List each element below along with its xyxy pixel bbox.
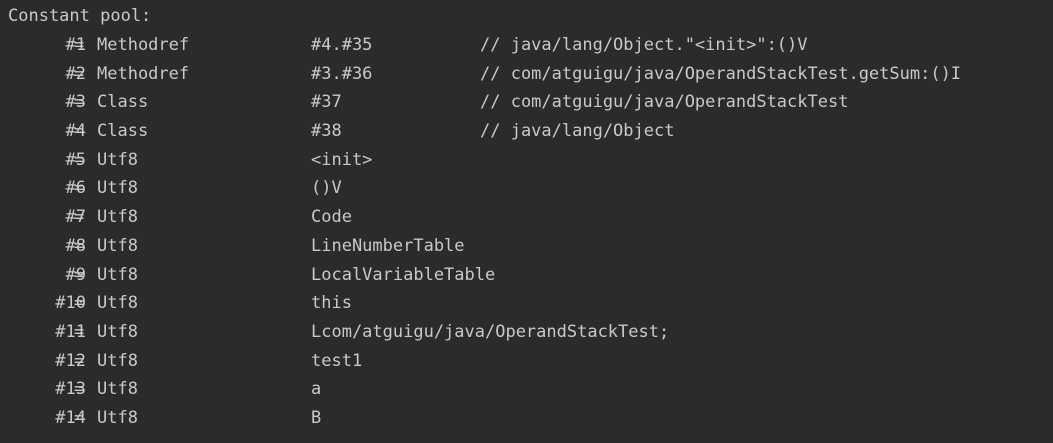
entry-value: #3.#36: [311, 63, 373, 84]
entry-comment: // java/lang/Object."<init>":()V: [480, 35, 808, 55]
entry-value: #37: [311, 92, 342, 113]
entry-value: B: [311, 407, 322, 428]
constant-pool-row-1: #1 = Methodref #4.#35 // java/lang/Objec…: [0, 31, 1053, 60]
entry-type: Utf8: [97, 207, 138, 228]
equals-sign: =: [74, 235, 85, 256]
equals-sign: =: [74, 63, 85, 84]
entry-comment: // java/lang/Object: [480, 121, 675, 142]
entry-type: Utf8: [97, 321, 138, 342]
entry-type: Class: [97, 121, 149, 142]
entry-value: a: [311, 379, 322, 400]
equals-sign: =: [74, 379, 85, 400]
entry-type: Utf8: [97, 407, 138, 428]
entry-type: Utf8: [97, 235, 138, 256]
equals-sign: =: [74, 321, 85, 342]
equals-sign: =: [74, 407, 85, 428]
constant-pool-row-6: #6 = Utf8 ()V: [0, 174, 1053, 203]
constant-pool-heading: Constant pool:: [8, 6, 152, 26]
constant-pool-row-7: #7 = Utf8 Code: [0, 203, 1053, 232]
constant-pool-row-3: #3 = Class #37 // com/atguigu/java/Opera…: [0, 88, 1053, 117]
console-output: Constant pool: #1 = Methodref #4.#35 // …: [0, 0, 1053, 443]
constant-pool-row-2: #2 = Methodref #3.#36 // com/atguigu/jav…: [0, 60, 1053, 89]
entry-value: Lcom/atguigu/java/OperandStackTest;: [311, 321, 670, 342]
entry-value: test1: [311, 350, 363, 371]
equals-sign: =: [74, 92, 85, 113]
constant-pool-row-11: #11 = Utf8 Lcom/atguigu/java/OperandStac…: [0, 318, 1053, 347]
entry-type: Utf8: [97, 293, 138, 314]
entry-value: Code: [311, 207, 352, 228]
entry-value: #38: [311, 121, 342, 142]
entry-value: <init>: [311, 149, 373, 170]
entry-type: Class: [97, 92, 149, 113]
entry-value: LineNumberTable: [311, 235, 465, 256]
constant-pool-row-9: #9 = Utf8 LocalVariableTable: [0, 261, 1053, 290]
entry-value: this: [311, 293, 352, 314]
constant-pool-table: #1 = Methodref #4.#35 // java/lang/Objec…: [0, 31, 1053, 433]
entry-type: Utf8: [97, 350, 138, 371]
entry-type: Utf8: [97, 178, 138, 199]
entry-type: Utf8: [97, 149, 138, 170]
equals-sign: =: [74, 149, 85, 170]
equals-sign: =: [74, 264, 85, 285]
equals-sign: =: [74, 350, 85, 371]
entry-comment: // com/atguigu/java/OperandStackTest.get…: [480, 63, 962, 84]
constant-pool-row-8: #8 = Utf8 LineNumberTable: [0, 232, 1053, 261]
constant-pool-row-10: #10 = Utf8 this: [0, 289, 1053, 318]
entry-type: Utf8: [97, 264, 138, 285]
equals-sign: =: [74, 35, 85, 55]
entry-type: Utf8: [97, 379, 138, 400]
entry-value: ()V: [311, 178, 342, 199]
equals-sign: =: [74, 293, 85, 314]
equals-sign: =: [74, 121, 85, 142]
equals-sign: =: [74, 178, 85, 199]
entry-value: LocalVariableTable: [311, 264, 496, 285]
entry-value: #4.#35: [311, 35, 373, 55]
constant-pool-row-4: #4 = Class #38 // java/lang/Object: [0, 117, 1053, 146]
constant-pool-row-12: #12 = Utf8 test1: [0, 347, 1053, 376]
equals-sign: =: [74, 207, 85, 228]
entry-comment: // com/atguigu/java/OperandStackTest: [480, 92, 849, 113]
entry-type: Methodref: [97, 63, 190, 84]
constant-pool-row-13: #13 = Utf8 a: [0, 375, 1053, 404]
constant-pool-row-5: #5 = Utf8 <init>: [0, 146, 1053, 175]
entry-type: Methodref: [97, 35, 190, 55]
constant-pool-row-14: #14 = Utf8 B: [0, 404, 1053, 433]
